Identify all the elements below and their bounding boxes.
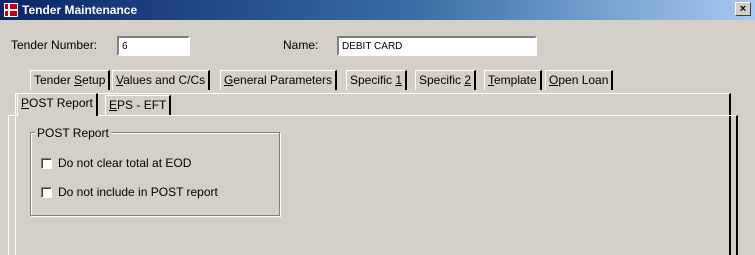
subtab-mnemonic: P bbox=[21, 96, 30, 110]
tab-label: etup bbox=[82, 73, 106, 87]
tab-specific-1[interactable]: Specific 1 bbox=[346, 70, 408, 90]
tab-open-loan[interactable]: Open Loan bbox=[545, 70, 614, 90]
subtab-label: PS - EFT bbox=[117, 98, 167, 112]
tab-mnemonic: S bbox=[74, 73, 83, 87]
subtab-mnemonic: E bbox=[109, 98, 118, 112]
subtab-label: OST Report bbox=[29, 96, 93, 110]
title-bar: Tender Maintenance × bbox=[0, 0, 755, 20]
post-report-group-title: POST Report bbox=[35, 126, 111, 140]
tender-number-label: Tender Number: bbox=[11, 38, 98, 52]
exclude-post-label[interactable]: Do not include in POST report bbox=[58, 185, 218, 199]
tab-label: emplate bbox=[494, 73, 537, 87]
tab-general-parameters[interactable]: General Parameters bbox=[220, 70, 338, 90]
tab-label: Specific bbox=[419, 73, 465, 87]
tab-mnemonic: G bbox=[224, 73, 234, 87]
name-field[interactable]: DEBIT CARD bbox=[337, 36, 537, 56]
close-button[interactable]: × bbox=[735, 2, 751, 16]
exclude-post-checkbox[interactable] bbox=[41, 187, 52, 198]
post-report-group bbox=[30, 132, 280, 216]
subtab-post-report[interactable]: POST Report bbox=[17, 93, 98, 116]
clear-total-label[interactable]: Do not clear total at EOD bbox=[58, 156, 191, 170]
tab-mnemonic: 1 bbox=[395, 73, 403, 87]
tab-label: pen Loan bbox=[558, 73, 609, 87]
tab-label: alues and C/Cs bbox=[123, 73, 206, 87]
tab-mnemonic: O bbox=[549, 73, 559, 87]
app-grid-icon bbox=[4, 3, 18, 17]
tab-template[interactable]: Template bbox=[484, 70, 542, 90]
window-title: Tender Maintenance bbox=[22, 3, 138, 17]
tab-label: eneral Parameters bbox=[233, 73, 333, 87]
tab-values-and-ccs[interactable]: Values and C/Cs bbox=[112, 70, 211, 90]
name-label: Name: bbox=[283, 38, 319, 52]
subtab-eps-eft[interactable]: EPS - EFT bbox=[105, 95, 172, 115]
tab-specific-2[interactable]: Specific 2 bbox=[415, 70, 477, 90]
tab-label: Tender bbox=[34, 73, 75, 87]
tab-label: Specific bbox=[350, 73, 396, 87]
tab-tender-setup[interactable]: Tender Setup bbox=[30, 70, 111, 90]
tab-mnemonic: 2 bbox=[464, 73, 472, 87]
clear-total-checkbox[interactable] bbox=[41, 158, 52, 169]
tender-number-field[interactable]: 6 bbox=[117, 36, 190, 56]
